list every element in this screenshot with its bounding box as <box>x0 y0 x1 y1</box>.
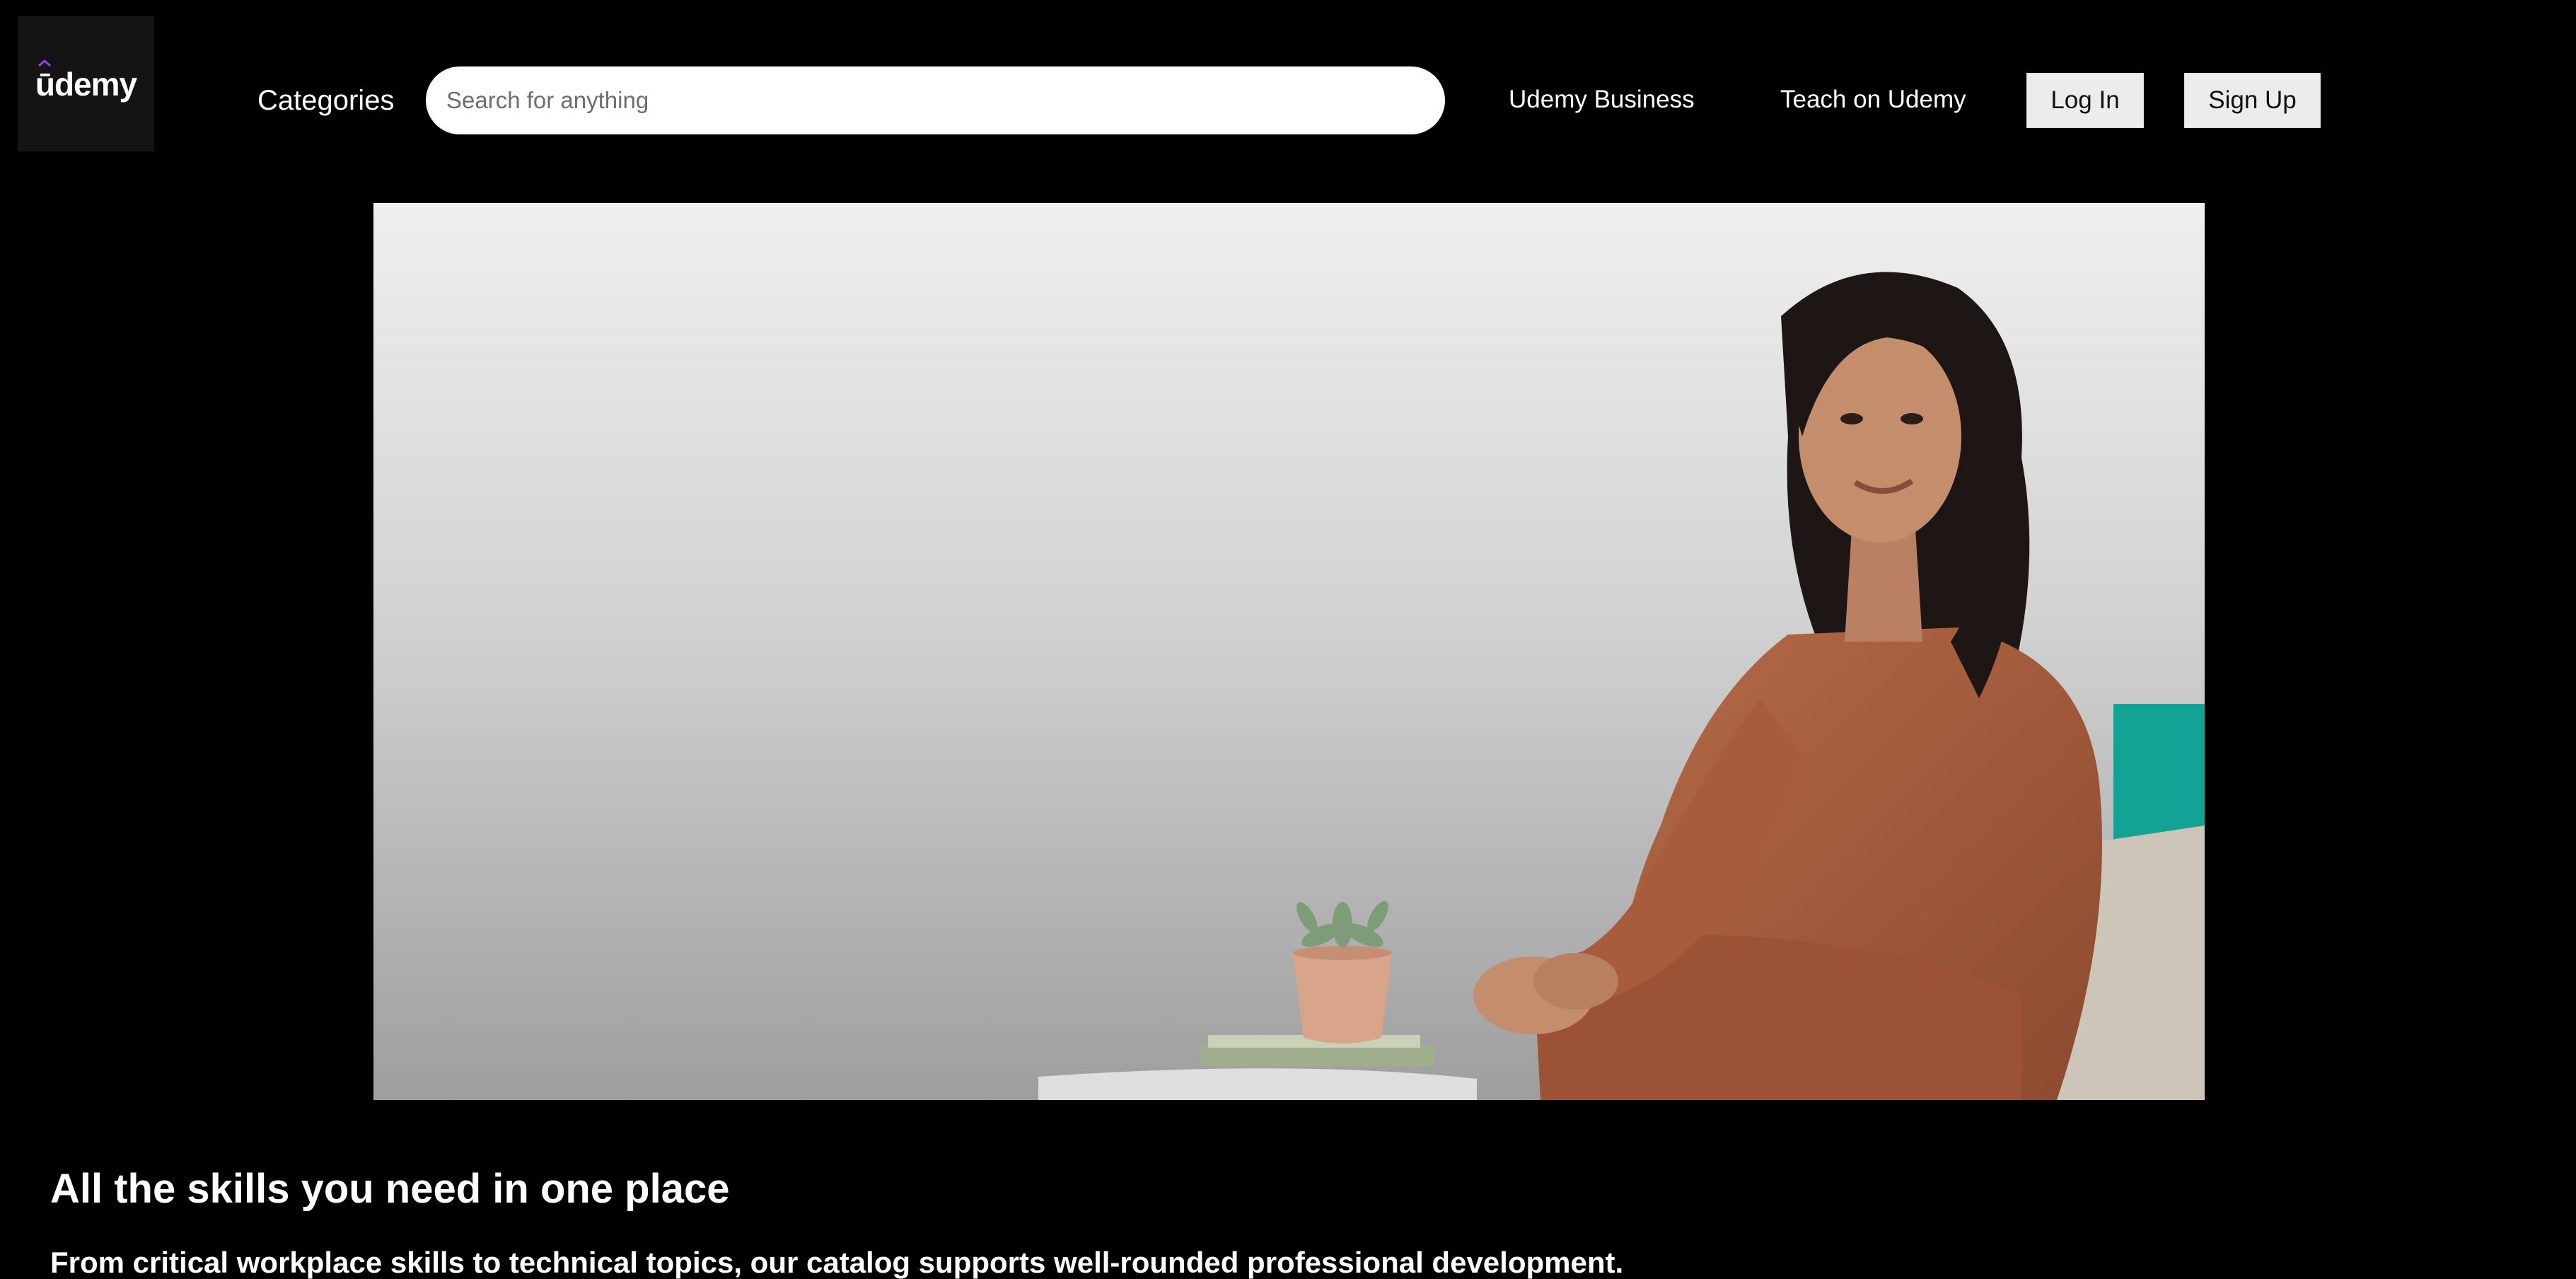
search-input[interactable] <box>445 86 1445 115</box>
signup-button[interactable]: Sign Up <box>2184 73 2321 128</box>
logo-cap-icon <box>37 59 51 66</box>
page-subheadline: From critical workplace skills to techni… <box>50 1246 1624 1279</box>
teach-on-udemy-link[interactable]: Teach on Udemy <box>1780 87 1966 112</box>
hero-photo-illustration <box>373 203 2205 1100</box>
udemy-logo[interactable]: ūdemy <box>18 16 154 151</box>
login-button[interactable]: Log In <box>2026 73 2144 128</box>
search-bar[interactable] <box>426 66 1445 134</box>
page-headline: All the skills you need in one place <box>50 1165 730 1212</box>
logo-wordmark: ūdemy <box>35 59 137 103</box>
hero-image <box>373 203 2205 1100</box>
plant-pot <box>1293 953 1392 1043</box>
udemy-business-link[interactable]: Udemy Business <box>1509 87 1695 112</box>
chair-back <box>2113 704 2205 845</box>
categories-link[interactable]: Categories <box>257 86 394 115</box>
logo-text: ūdemy <box>35 65 137 103</box>
